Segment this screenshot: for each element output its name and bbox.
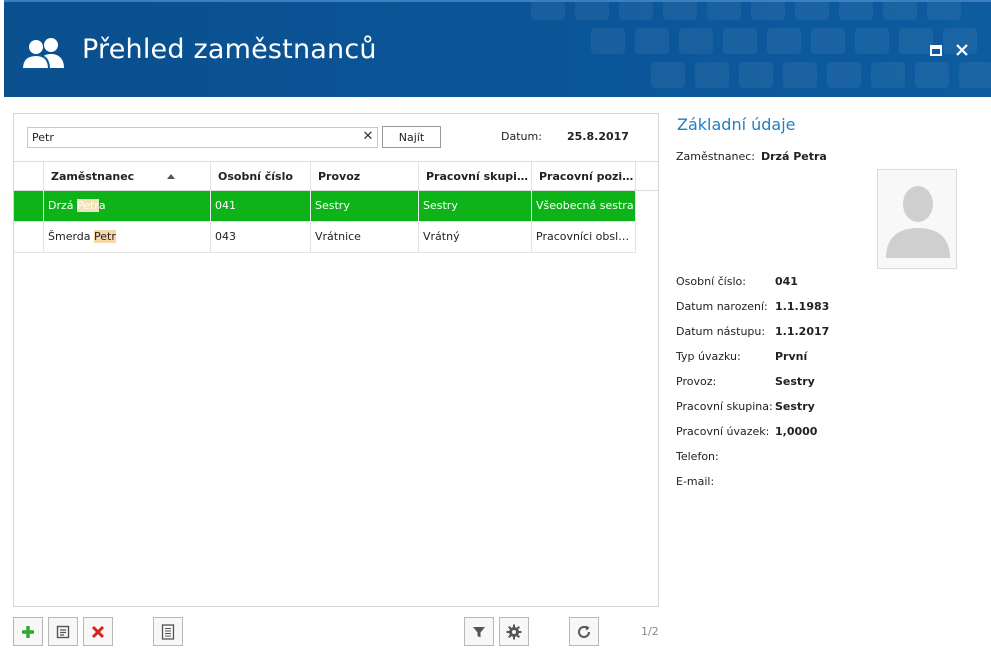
settings-icon	[506, 624, 522, 639]
search-highlight: Petr	[94, 230, 116, 243]
cell-employee: Drzá Petra	[44, 191, 211, 221]
field-label-workload: Pracovní úvazek:	[676, 425, 770, 438]
column-header-label: Osobní číslo	[218, 170, 293, 183]
column-header-position[interactable]: Pracovní pozice	[532, 162, 636, 190]
field-value-personal-number: 041	[775, 275, 798, 288]
field-value-workload: 1,0000	[775, 425, 818, 438]
cell-number: 041	[211, 191, 311, 221]
column-header-group[interactable]: Pracovní skupina	[419, 162, 532, 190]
employee-label: Zaměstnanec:	[676, 150, 756, 163]
field-value-operation: Sestry	[775, 375, 815, 388]
edit-icon	[56, 625, 70, 638]
field-label-phone: Telefon:	[676, 450, 719, 463]
refresh-icon	[578, 625, 590, 638]
window-title: Přehled zaměstnanců	[82, 34, 377, 65]
report-button[interactable]	[153, 617, 183, 646]
employee-name-value: Drzá Petra	[761, 150, 827, 163]
employee-list-panel: ✕ Najít Datum: 25.8.2017 Zaměstnanec Oso…	[13, 113, 659, 607]
field-label-contract-type: Typ úvazku:	[676, 350, 741, 363]
close-icon[interactable]	[954, 42, 970, 58]
delete-button[interactable]	[83, 617, 113, 646]
column-header-operation[interactable]: Provoz	[311, 162, 419, 190]
column-header-label: Zaměstnanec	[51, 170, 135, 183]
table-row[interactable]: Šmerda Petr 043 Vrátnice Vrátný Pracovní…	[14, 222, 636, 253]
cell-number: 043	[211, 222, 311, 252]
sort-ascending-icon	[167, 174, 175, 179]
find-button[interactable]: Najít	[382, 126, 441, 148]
settings-button[interactable]	[499, 617, 529, 646]
refresh-button[interactable]	[569, 617, 599, 646]
column-header-spacer	[636, 162, 658, 190]
field-value-start-date: 1.1.2017	[775, 325, 830, 338]
cell-text: Šmerda	[48, 230, 95, 243]
column-header-label: Pracovní pozice	[539, 170, 636, 183]
cell-text: Drzá	[48, 199, 78, 212]
column-header-label: Provoz	[318, 170, 361, 183]
app-header: Přehled zaměstnanců	[4, 0, 991, 97]
field-label-operation: Provoz:	[676, 375, 717, 388]
add-button[interactable]	[13, 617, 43, 646]
cell-group: Vrátný	[419, 222, 532, 252]
filter-button[interactable]	[464, 617, 494, 646]
column-header-employee[interactable]: Zaměstnanec	[44, 162, 211, 190]
field-label-start-date: Datum nástupu:	[676, 325, 766, 338]
detail-section-title: Základní údaje	[677, 115, 796, 134]
table-row[interactable]: Drzá Petra 041 Sestry Sestry Všeobecná s…	[14, 191, 636, 222]
filter-icon	[473, 626, 485, 637]
employee-photo	[877, 169, 957, 269]
column-header-number[interactable]: Osobní číslo	[211, 162, 311, 190]
search-highlight: Petr	[77, 199, 99, 212]
field-label-email: E-mail:	[676, 475, 715, 488]
cell-position: Pracovníci obsluž…	[532, 222, 636, 252]
row-indicator	[14, 222, 44, 252]
cell-employee: Šmerda Petr	[44, 222, 211, 252]
field-value-work-group: Sestry	[775, 400, 815, 413]
row-indicator-header	[14, 162, 44, 190]
date-value: 25.8.2017	[567, 130, 629, 143]
cell-operation: Vrátnice	[311, 222, 419, 252]
header-tile-pattern	[531, 2, 991, 88]
grid-header: Zaměstnanec Osobní číslo Provoz Pracovní…	[14, 161, 658, 191]
clear-search-icon[interactable]: ✕	[361, 130, 375, 144]
field-label-work-group: Pracovní skupina:	[676, 400, 773, 413]
field-label-birth-date: Datum narození:	[676, 300, 768, 313]
delete-icon	[91, 625, 105, 638]
date-label: Datum:	[501, 130, 542, 143]
field-label-personal-number: Osobní číslo:	[676, 275, 746, 288]
column-header-label: Pracovní skupina	[426, 170, 532, 183]
cell-text: a	[98, 199, 106, 212]
row-indicator	[14, 191, 44, 221]
report-icon	[161, 623, 175, 640]
field-value-birth-date: 1.1.1983	[775, 300, 830, 313]
search-input[interactable]	[27, 127, 378, 148]
pager-indicator: 1/2	[641, 625, 659, 638]
maximize-icon[interactable]	[928, 42, 944, 58]
person-silhouette-icon	[878, 170, 956, 268]
field-value-contract-type: První	[775, 350, 808, 363]
edit-button[interactable]	[48, 617, 78, 646]
add-icon	[22, 625, 34, 638]
employee-grid: Zaměstnanec Osobní číslo Provoz Pracovní…	[14, 161, 658, 253]
cell-group: Sestry	[419, 191, 532, 221]
cell-operation: Sestry	[311, 191, 419, 221]
users-icon	[22, 38, 64, 70]
cell-position: Všeobecná sestra	[532, 191, 636, 221]
